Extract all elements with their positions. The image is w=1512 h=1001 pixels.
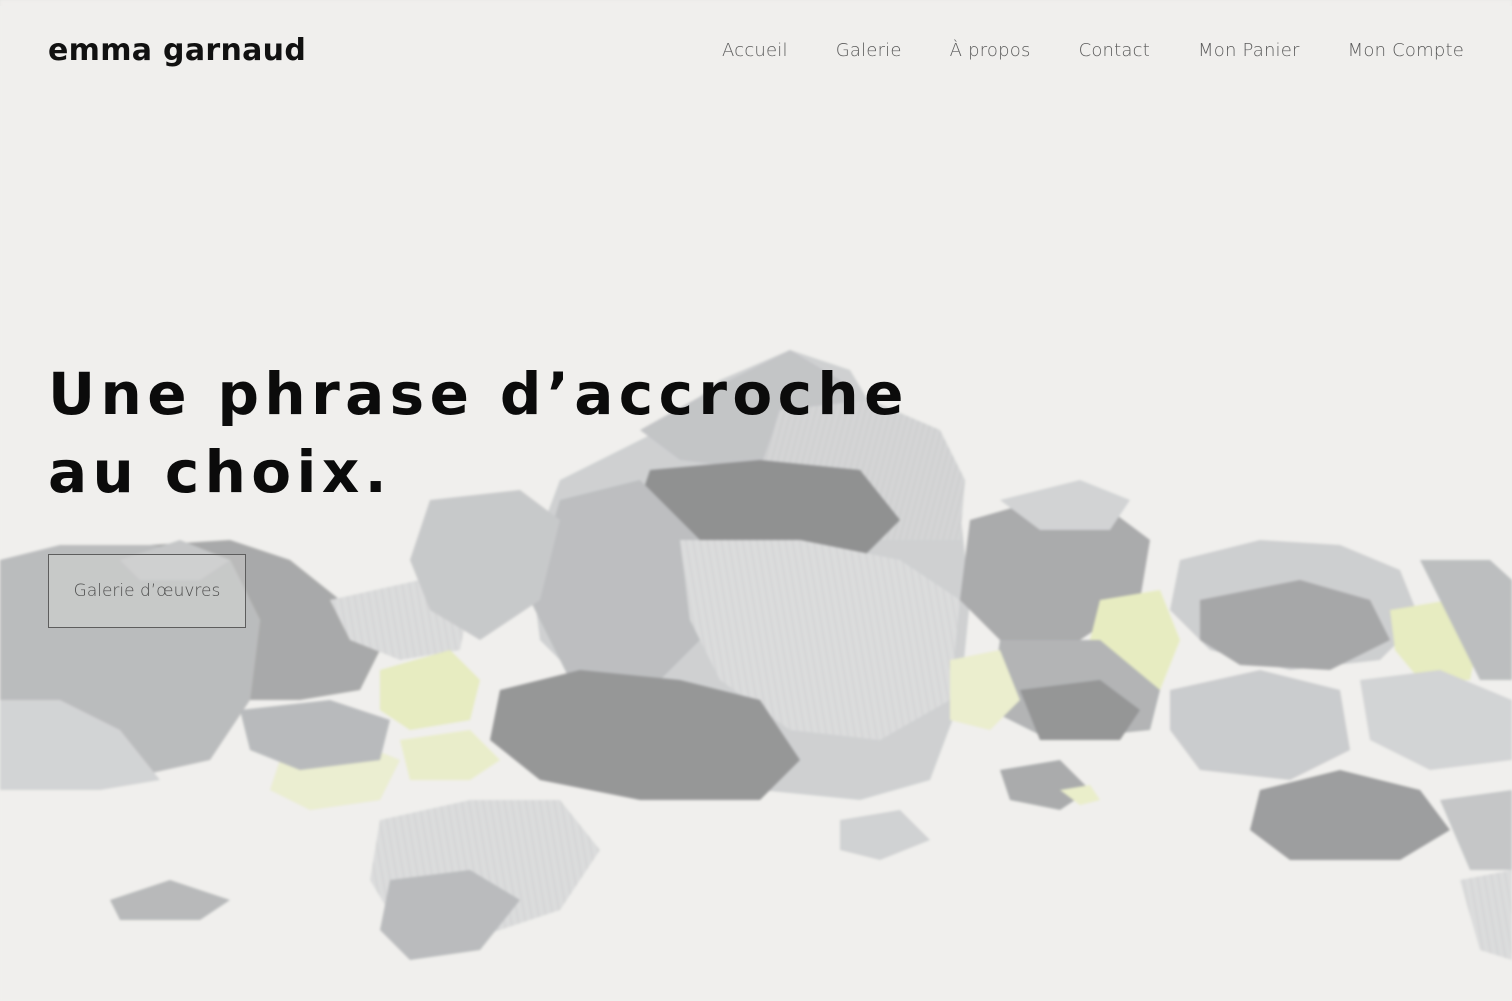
nav-item-a-propos[interactable]: À propos	[950, 40, 1031, 61]
gallery-button[interactable]: Galerie d’œuvres	[48, 554, 246, 628]
hero-headline-line1: Une phrase d’accroche	[48, 360, 909, 428]
main-nav: Accueil Galerie À propos Contact Mon Pan…	[674, 40, 1464, 61]
nav-item-accueil[interactable]: Accueil	[722, 40, 788, 61]
nav-item-mon-panier[interactable]: Mon Panier	[1198, 40, 1300, 61]
nav-item-galerie[interactable]: Galerie	[836, 40, 902, 61]
site-header: emma garnaud Accueil Galerie À propos Co…	[0, 0, 1512, 110]
nav-item-mon-compte[interactable]: Mon Compte	[1348, 40, 1464, 61]
landing-page: emma garnaud Accueil Galerie À propos Co…	[0, 0, 1512, 1001]
hero-headline: Une phrase d’accroche au choix.	[48, 355, 948, 511]
hero-headline-line2: au choix.	[48, 438, 393, 506]
site-logo[interactable]: emma garnaud	[48, 33, 306, 68]
nav-item-contact[interactable]: Contact	[1079, 40, 1150, 61]
